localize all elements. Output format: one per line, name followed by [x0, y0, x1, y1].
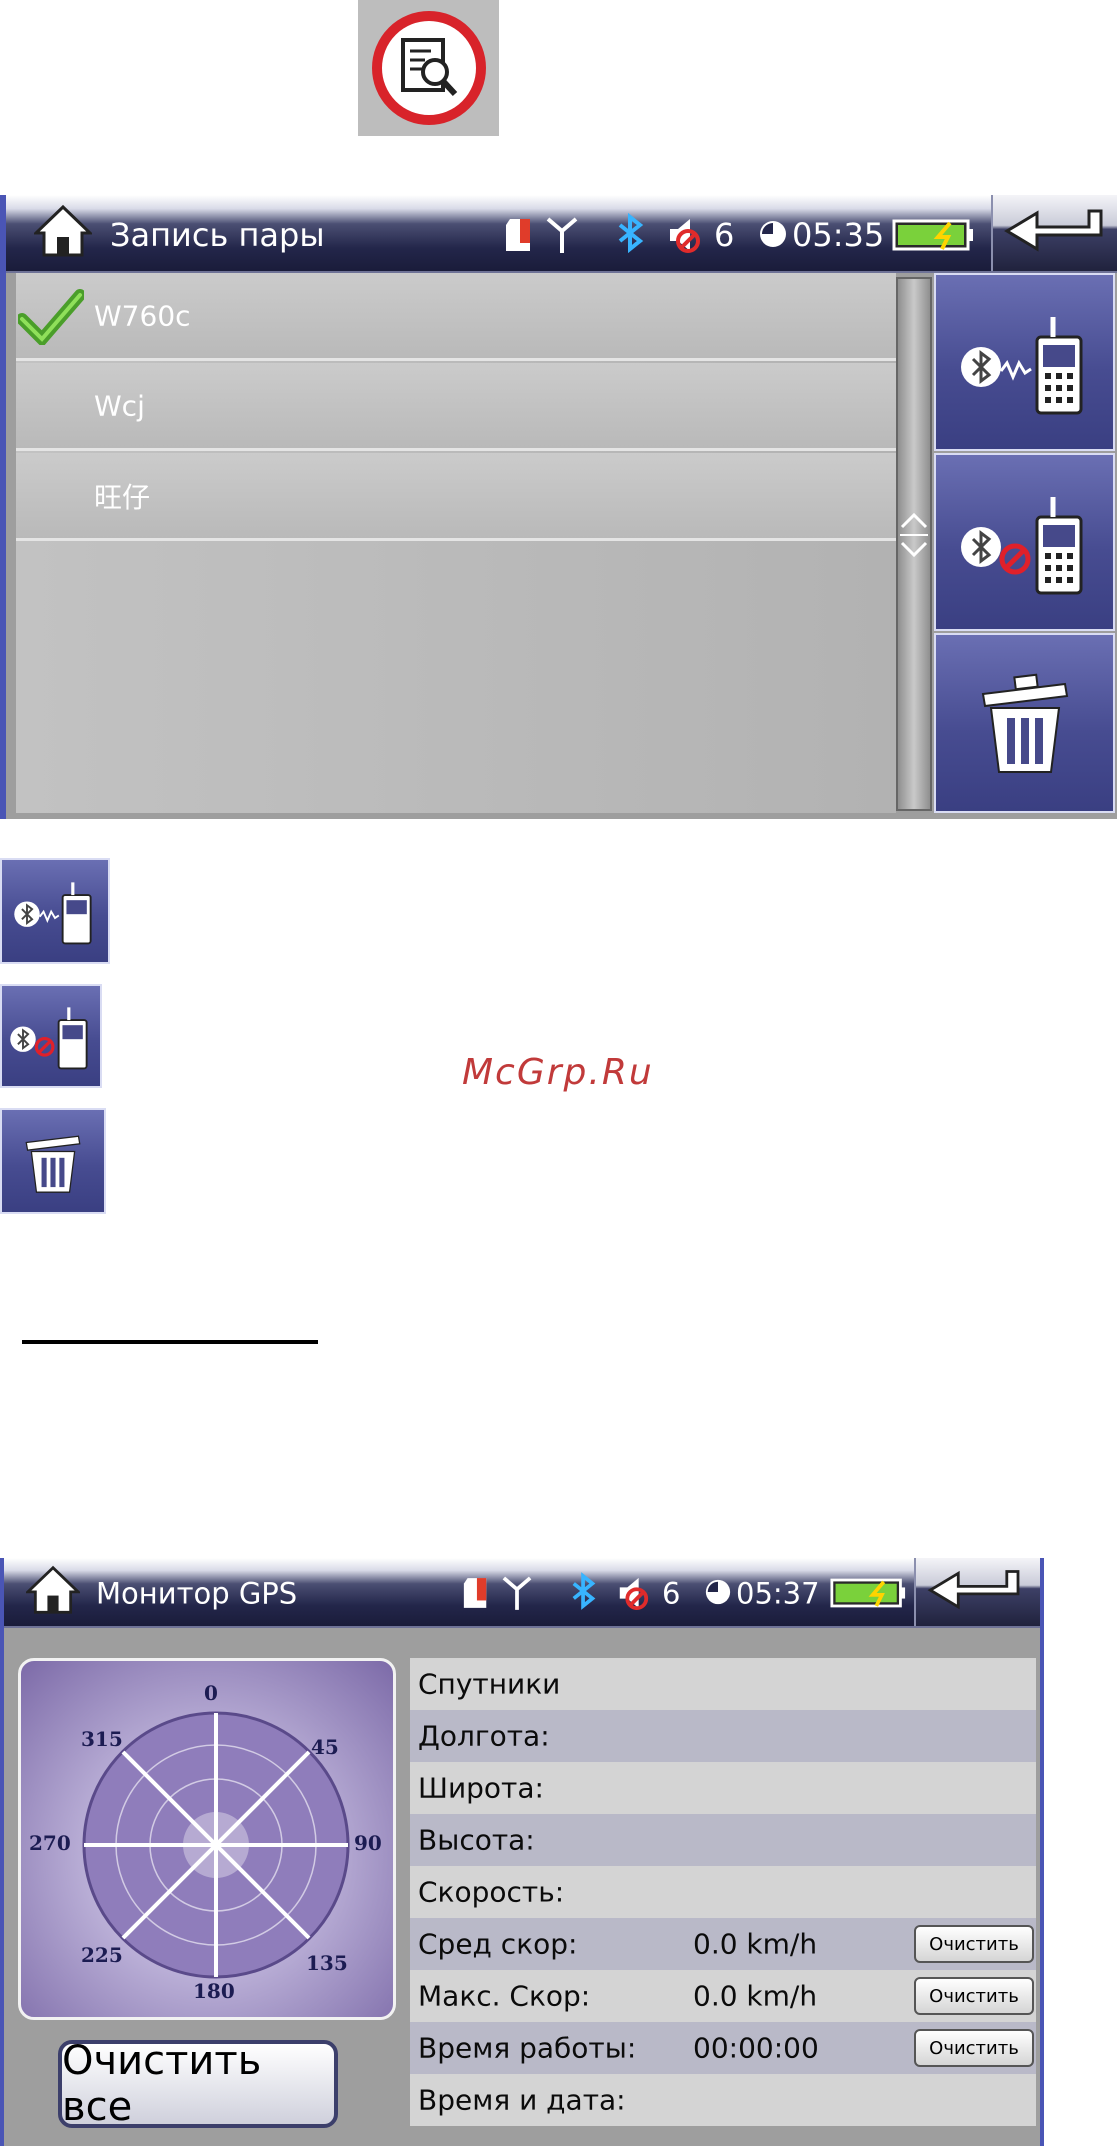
disconnect-button[interactable] [934, 453, 1115, 631]
compass-tick-0: 0 [204, 1681, 218, 1705]
compass-tick-45: 45 [311, 1735, 339, 1759]
device-name: 旺仔 [94, 480, 151, 514]
home-icon[interactable] [24, 1564, 82, 1620]
scroll-arrows-icon [900, 512, 928, 558]
mute-icon [666, 215, 702, 259]
gps-info-table: Спутники Долгота: Широта: Высота: Скорос… [410, 1658, 1036, 2128]
trash-icon [981, 673, 1068, 773]
clock-time: 05:37 [736, 1576, 820, 1611]
legend-disconnect-button [0, 984, 102, 1088]
clear-max-speed-button[interactable]: Очистить [914, 1977, 1034, 2015]
compass-panel: 0 45 90 135 180 225 270 315 [18, 1658, 396, 2020]
sd-card-icon [504, 217, 534, 257]
compass-tick-180: 180 [193, 1979, 235, 2003]
info-value: 00:00:00 [693, 2031, 819, 2065]
bluetooth-disconnect-phone-icon [960, 497, 1082, 595]
device-list: W760c Wcj 旺仔 [16, 273, 896, 813]
satellite-count: 6 [714, 215, 735, 254]
clear-all-button[interactable]: Очистить все [58, 2038, 338, 2130]
clock-icon [758, 219, 788, 253]
info-row: Скорость: [410, 1866, 1036, 1918]
divider [22, 1340, 318, 1344]
list-item[interactable]: W760c [16, 273, 896, 361]
list-item[interactable]: Wcj [16, 363, 896, 451]
clear-avg-speed-button[interactable]: Очистить [914, 1925, 1034, 1963]
info-value: 0.0 km/h [693, 1979, 818, 2013]
info-row: Долгота: [410, 1710, 1036, 1762]
compass-tick-315: 315 [81, 1727, 123, 1751]
list-item[interactable]: 旺仔 [16, 453, 896, 541]
info-label: Скорость: [418, 1875, 565, 1909]
bluetooth-icon [616, 212, 646, 257]
bluetooth-connect-phone-icon [960, 317, 1082, 415]
info-label: Макс. Скор: [418, 1979, 591, 2013]
legend-connect-button [0, 858, 110, 964]
info-label: Время и дата: [418, 2083, 626, 2117]
bluetooth-icon [570, 1572, 598, 1614]
mute-icon [616, 1574, 650, 1616]
scrollbar[interactable] [896, 277, 932, 811]
clock-time: 05:35 [792, 215, 885, 254]
info-label: Широта: [418, 1771, 544, 1805]
sd-card-icon [462, 1576, 490, 1614]
home-icon[interactable] [32, 203, 94, 263]
title-bar: Запись пары 6 05:35 [6, 195, 1117, 273]
clear-runtime-button[interactable]: Очистить [914, 2029, 1034, 2067]
back-button[interactable] [991, 195, 1117, 271]
bluetooth-disconnect-phone-icon [10, 1007, 88, 1070]
trash-icon [25, 1135, 81, 1193]
document-search-icon [358, 0, 499, 136]
info-row: Макс. Скор: 0.0 km/h Очистить [410, 1970, 1036, 2022]
info-label: Время работы: [418, 2031, 637, 2065]
info-label: Сред скор: [418, 1927, 578, 1961]
delete-button[interactable] [934, 633, 1115, 813]
page-title: Монитор GPS [96, 1576, 298, 1611]
back-button[interactable] [914, 1558, 1040, 1626]
bluetooth-connect-phone-icon [14, 882, 92, 945]
satellite-count: 6 [662, 1576, 681, 1611]
connect-button[interactable] [934, 273, 1115, 451]
compass-tick-135: 135 [306, 1951, 348, 1975]
info-label: Высота: [418, 1823, 535, 1857]
page-title: Запись пары [110, 215, 325, 254]
info-row: Время и дата: [410, 2074, 1036, 2126]
info-row: Широта: [410, 1762, 1036, 1814]
title-bar: Монитор GPS 6 05:37 [4, 1558, 1040, 1628]
device-name: W760c [94, 299, 191, 332]
antenna-icon [546, 215, 578, 259]
battery-icon [892, 219, 974, 255]
compass-tick-90: 90 [354, 1831, 382, 1855]
antenna-icon [502, 1574, 532, 1616]
watermark: McGrp.Ru [462, 1052, 654, 1093]
info-row: Сред скор: 0.0 km/h Очистить [410, 1918, 1036, 1970]
legend-delete-button [0, 1108, 106, 1214]
battery-icon [830, 1578, 906, 1612]
info-row: Спутники [410, 1658, 1036, 1710]
info-value: 0.0 km/h [693, 1927, 818, 1961]
info-label: Спутники [418, 1667, 561, 1701]
info-label: Долгота: [418, 1719, 550, 1753]
checkmark-icon [16, 289, 86, 349]
compass-tick-225: 225 [81, 1943, 123, 1967]
info-row: Высота: [410, 1814, 1036, 1866]
compass-tick-270: 270 [29, 1831, 71, 1855]
device-name: Wcj [94, 389, 145, 422]
clock-icon [704, 1578, 732, 1610]
info-row: Время работы: 00:00:00 Очистить [410, 2022, 1036, 2074]
pairing-screen: Запись пары 6 05:35 W760c Wcj 旺仔 [0, 195, 1117, 819]
